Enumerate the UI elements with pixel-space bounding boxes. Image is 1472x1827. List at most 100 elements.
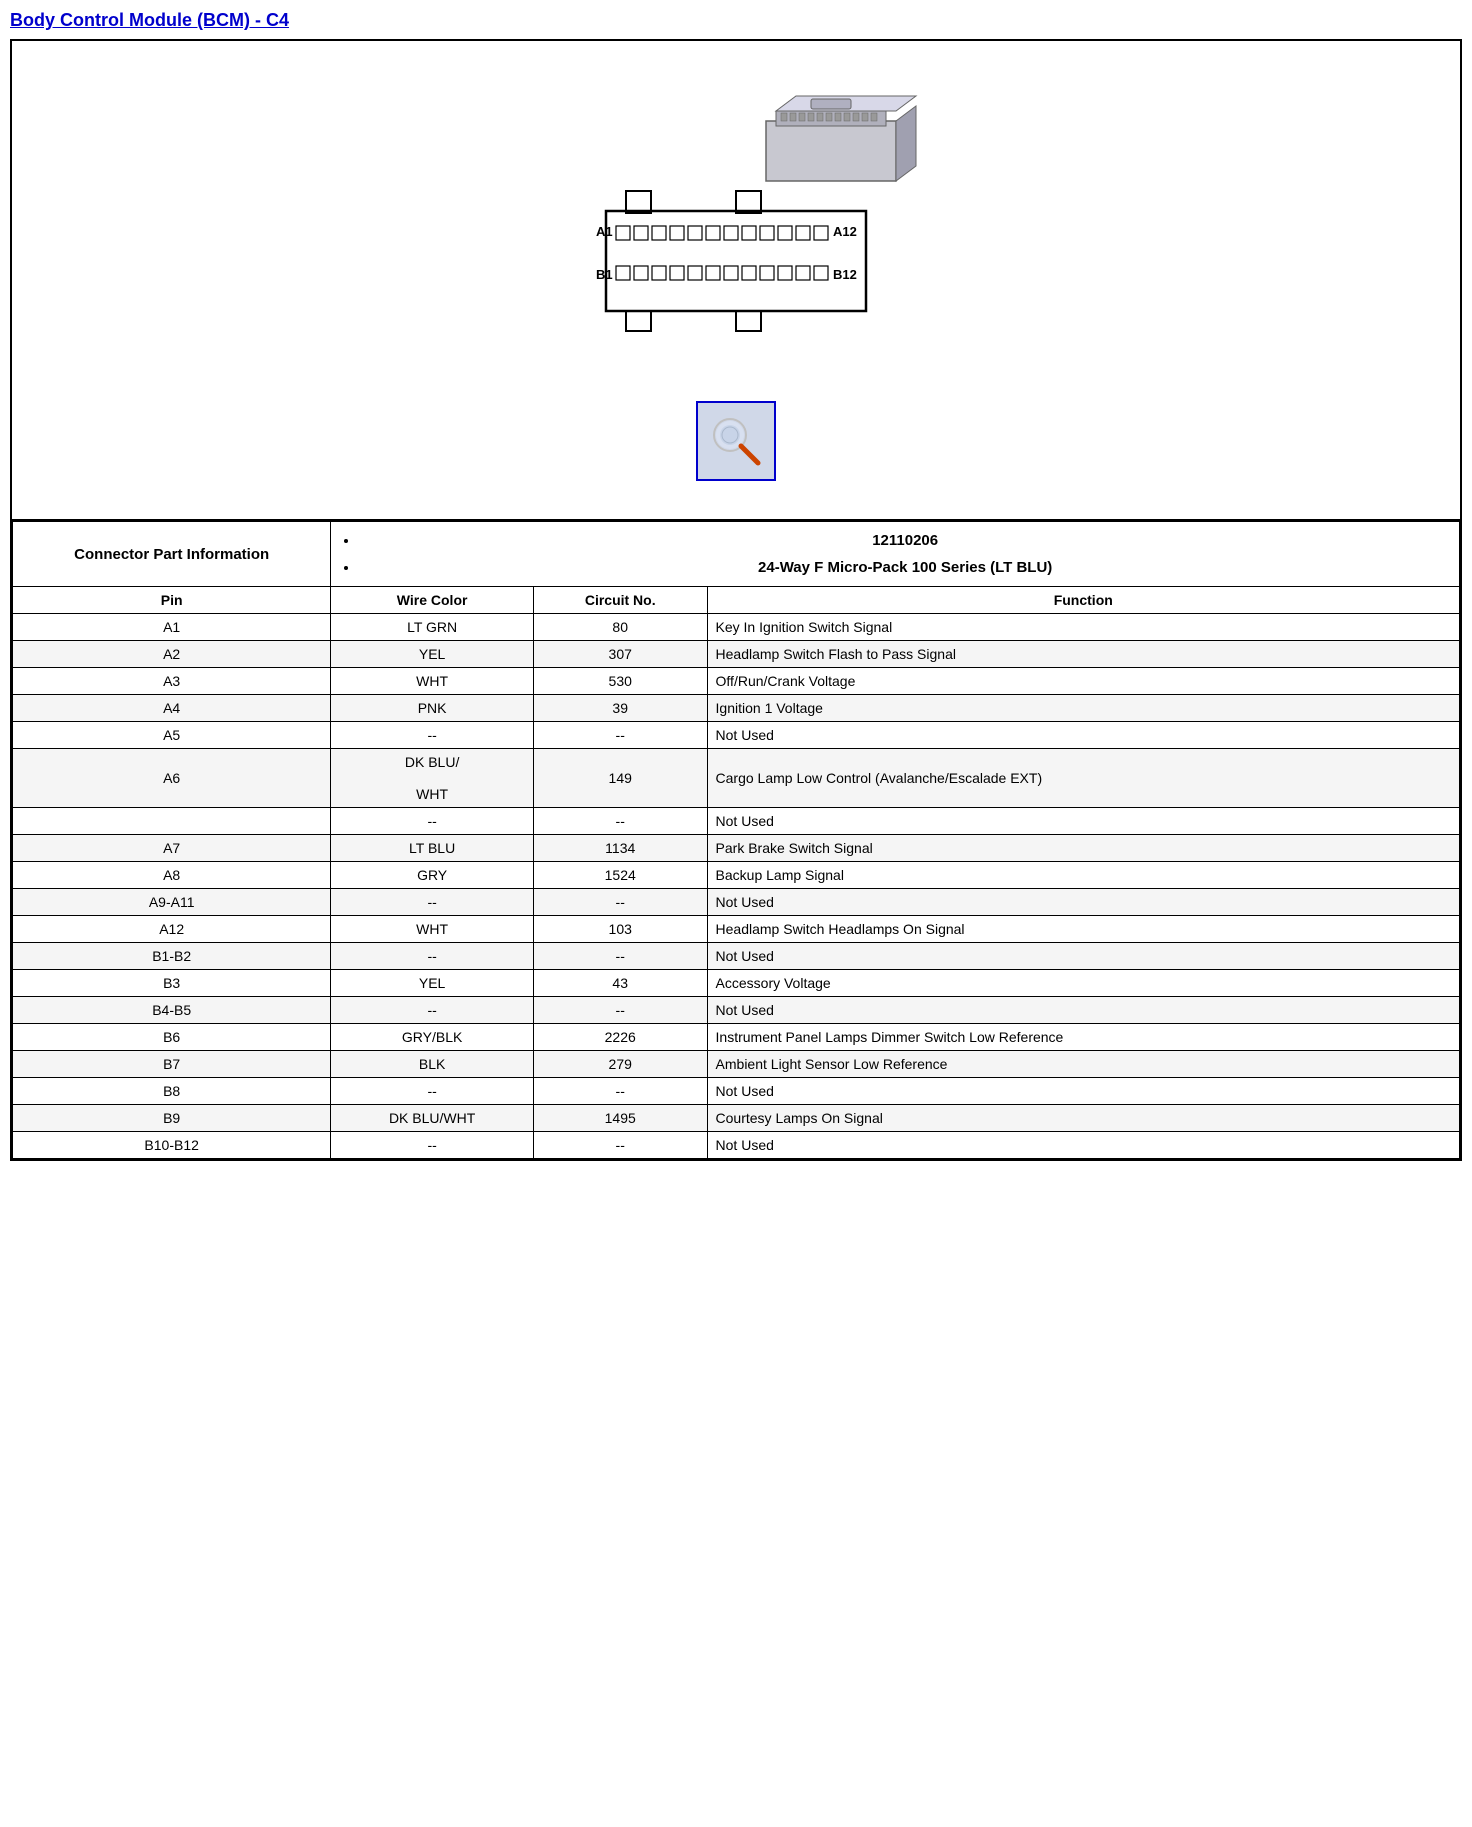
table-row: A6DK BLU/WHT149Cargo Lamp Low Control (A… [13,749,1460,808]
cell-pin: A6 [13,749,331,808]
cell-function: Not Used [707,1078,1459,1105]
cell-wire: -- [331,889,534,916]
cell-wire: GRY/BLK [331,1024,534,1051]
cell-function: Not Used [707,1132,1459,1159]
header-pin: Pin [13,587,331,614]
cell-circuit: -- [533,889,707,916]
cell-wire: LT BLU [331,835,534,862]
header-function: Function [707,587,1459,614]
cell-wire: WHT [331,916,534,943]
cell-function: Courtesy Lamps On Signal [707,1105,1459,1132]
cell-pin [13,808,331,835]
table-row: A7LT BLU1134Park Brake Switch Signal [13,835,1460,862]
connector-table: Connector Part Information 12110206 24-W… [12,521,1460,1159]
table-row: A5----Not Used [13,722,1460,749]
cell-wire: DK BLU/WHT [331,1105,534,1132]
svg-text:B12: B12 [833,267,857,282]
table-row: ----Not Used [13,808,1460,835]
cell-circuit: 1134 [533,835,707,862]
cell-circuit: 80 [533,614,707,641]
cell-function: Not Used [707,997,1459,1024]
connector-part-data: 12110206 24-Way F Micro-Pack 100 Series … [331,522,1460,587]
cell-circuit: 530 [533,668,707,695]
cell-circuit: 43 [533,970,707,997]
svg-text:A12: A12 [833,224,857,239]
cell-function: Ignition 1 Voltage [707,695,1459,722]
cell-function: Not Used [707,943,1459,970]
cell-wire: DK BLU/WHT [331,749,534,808]
cell-function: Not Used [707,808,1459,835]
cell-circuit: 307 [533,641,707,668]
cell-pin: B3 [13,970,331,997]
cell-pin: A7 [13,835,331,862]
connector-diagram: A1 A12 B1 B12 [546,81,926,381]
table-row: B7BLK279Ambient Light Sensor Low Referen… [13,1051,1460,1078]
cell-function: Not Used [707,889,1459,916]
part-number: 12110206 [359,527,1451,554]
cell-function: Ambient Light Sensor Low Reference [707,1051,1459,1078]
cell-pin: A1 [13,614,331,641]
cell-function: Backup Lamp Signal [707,862,1459,889]
cell-function: Instrument Panel Lamps Dimmer Switch Low… [707,1024,1459,1051]
cell-wire: -- [331,722,534,749]
table-row: A2YEL307Headlamp Switch Flash to Pass Si… [13,641,1460,668]
cell-wire: BLK [331,1051,534,1078]
cell-pin: A3 [13,668,331,695]
header-circuit: Circuit No. [533,587,707,614]
cell-wire: GRY [331,862,534,889]
table-row: A12WHT103Headlamp Switch Headlamps On Si… [13,916,1460,943]
table-row: B3YEL43Accessory Voltage [13,970,1460,997]
cell-wire: -- [331,1132,534,1159]
cell-pin: A9-A11 [13,889,331,916]
cell-circuit: 149 [533,749,707,808]
cell-circuit: 279 [533,1051,707,1078]
cell-function: Headlamp Switch Headlamps On Signal [707,916,1459,943]
cell-pin: A5 [13,722,331,749]
cell-function: Accessory Voltage [707,970,1459,997]
outer-border: A1 A12 B1 B12 Connector Part Information [10,39,1462,1161]
cell-wire: LT GRN [331,614,534,641]
cell-circuit: 2226 [533,1024,707,1051]
cell-function: Not Used [707,722,1459,749]
table-row: B9DK BLU/WHT1495Courtesy Lamps On Signal [13,1105,1460,1132]
cell-circuit: -- [533,997,707,1024]
cell-circuit: -- [533,943,707,970]
cell-circuit: 103 [533,916,707,943]
cell-function: Park Brake Switch Signal [707,835,1459,862]
table-row: B6GRY/BLK2226Instrument Panel Lamps Dimm… [13,1024,1460,1051]
cell-function: Headlamp Switch Flash to Pass Signal [707,641,1459,668]
table-row: A1LT GRN80Key In Ignition Switch Signal [13,614,1460,641]
cell-function: Key In Ignition Switch Signal [707,614,1459,641]
cell-circuit: 39 [533,695,707,722]
cell-pin: B8 [13,1078,331,1105]
cell-wire: -- [331,808,534,835]
table-row: A9-A11----Not Used [13,889,1460,916]
cell-circuit: -- [533,722,707,749]
cell-wire: YEL [331,641,534,668]
cell-wire: WHT [331,668,534,695]
cell-circuit: -- [533,1078,707,1105]
table-row: A4PNK39Ignition 1 Voltage [13,695,1460,722]
cell-pin: A12 [13,916,331,943]
cell-circuit: -- [533,1132,707,1159]
cell-pin: B6 [13,1024,331,1051]
cell-wire: YEL [331,970,534,997]
svg-text:B1: B1 [596,267,613,282]
magnify-icon[interactable] [696,401,776,481]
cell-circuit: 1524 [533,862,707,889]
cell-wire: -- [331,997,534,1024]
table-row: B4-B5----Not Used [13,997,1460,1024]
table-row: A3WHT530Off/Run/Crank Voltage [13,668,1460,695]
table-row: A8GRY1524Backup Lamp Signal [13,862,1460,889]
cell-pin: B7 [13,1051,331,1078]
cell-function: Off/Run/Crank Voltage [707,668,1459,695]
cell-wire: -- [331,943,534,970]
cell-circuit: 1495 [533,1105,707,1132]
cell-pin: B9 [13,1105,331,1132]
page-title: Body Control Module (BCM) - C4 [10,10,1462,31]
cell-pin: A2 [13,641,331,668]
cell-pin: B1-B2 [13,943,331,970]
svg-text:A1: A1 [596,224,613,239]
table-row: B10-B12----Not Used [13,1132,1460,1159]
cell-function: Cargo Lamp Low Control (Avalanche/Escala… [707,749,1459,808]
